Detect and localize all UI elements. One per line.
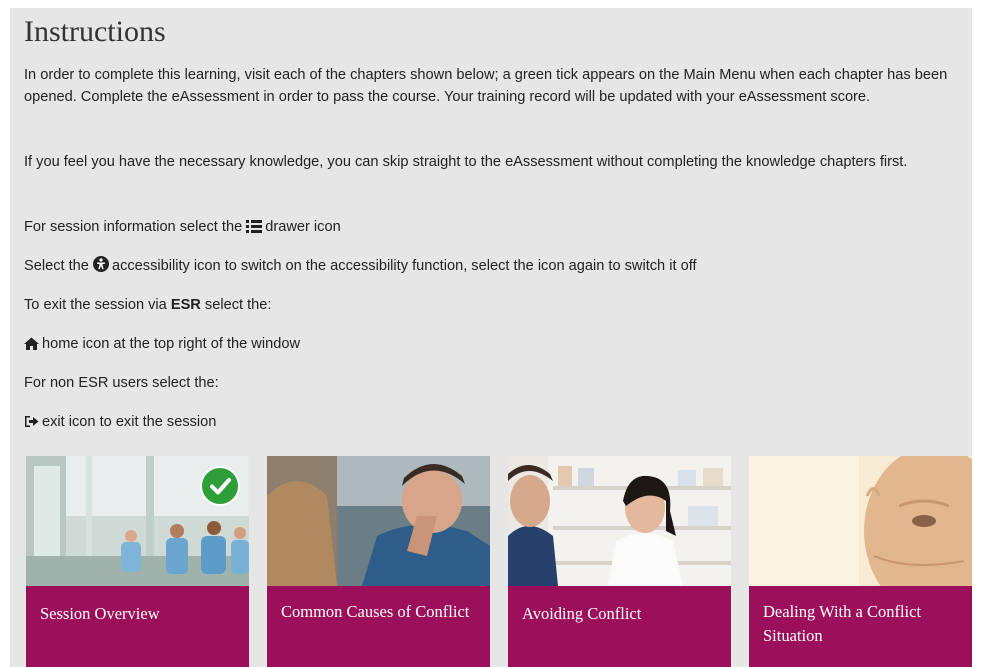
esr-instruction-prefix: To exit the session via xyxy=(24,297,167,313)
chapter-image-pharmacy xyxy=(508,456,731,586)
accessibility-instruction-suffix: accessibility icon to switch on the acce… xyxy=(111,258,697,274)
chapter-card-session-overview[interactable]: Session Overview xyxy=(26,456,249,667)
instructions-panel: Instructions In order to complete this l… xyxy=(10,8,972,667)
list-icon xyxy=(246,220,263,233)
exit-icon xyxy=(25,416,39,427)
drawer-instruction-text: For session information select the xyxy=(24,219,243,235)
drawer-instruction: For session information select the drawe… xyxy=(24,216,341,238)
chapter-card-avoiding-conflict[interactable]: Avoiding Conflict xyxy=(508,456,731,667)
drawer-instruction-suffix: drawer icon xyxy=(265,219,341,235)
page-title: Instructions xyxy=(24,15,166,48)
instructions-paragraph-1: In order to complete this learning, visi… xyxy=(24,67,948,105)
chapter-card-common-causes[interactable]: Common Causes of Conflict xyxy=(267,456,490,667)
chapter-image-stressed-man xyxy=(267,456,490,586)
chapter-label: Session Overview xyxy=(26,586,249,667)
check-icon xyxy=(210,478,231,495)
esr-label: ESR xyxy=(170,297,201,313)
esr-instruction-suffix: select the: xyxy=(204,297,272,313)
accessibility-icon xyxy=(92,256,109,272)
non-esr-instruction: For non ESR users select the: xyxy=(24,375,219,391)
chapter-label: Avoiding Conflict xyxy=(508,586,731,667)
chapter-image-elderly-man xyxy=(749,456,972,586)
exit-instruction: exit icon to exit the session xyxy=(24,411,216,433)
chapter-label: Common Causes of Conflict xyxy=(267,586,490,667)
home-instruction-text: home icon at the top right of the window xyxy=(42,336,300,352)
chapter-label: Dealing With a Conflict Situation xyxy=(749,586,972,667)
home-icon xyxy=(24,337,39,350)
chapter-cards: Session Overview Common Causes of Confli… xyxy=(26,456,972,667)
instructions-paragraph-2: If you feel you have the necessary knowl… xyxy=(24,154,908,170)
accessibility-instruction: Select the accessibility icon to switch … xyxy=(24,255,697,277)
exit-instruction-text: exit icon to exit the session xyxy=(42,414,217,430)
chapter-card-dealing-with-conflict[interactable]: Dealing With a Conflict Situation xyxy=(749,456,972,667)
completed-tick xyxy=(200,466,240,506)
home-instruction: home icon at the top right of the window xyxy=(24,333,300,355)
esr-instruction: To exit the session via ESR select the: xyxy=(24,294,271,316)
accessibility-instruction-prefix: Select the xyxy=(24,258,89,274)
